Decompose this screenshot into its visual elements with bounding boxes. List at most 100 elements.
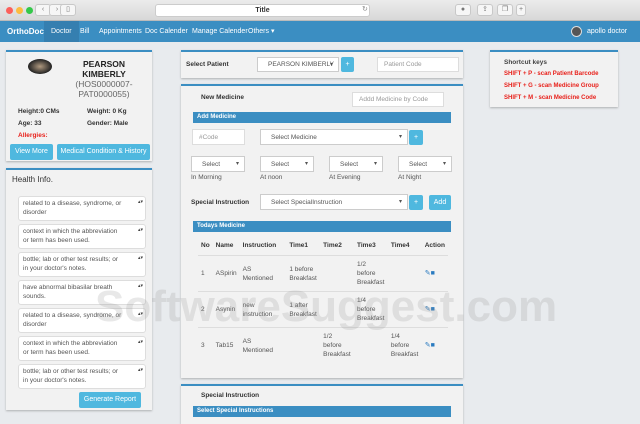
delete-icon[interactable]: ■ bbox=[431, 342, 435, 349]
shortcut-keys-panel: Shortcut keys SHIFT + P - scan Patient B… bbox=[490, 50, 618, 107]
delete-icon[interactable]: ■ bbox=[431, 270, 435, 277]
column-header: Time1 bbox=[289, 242, 308, 249]
time-label: At Evening bbox=[329, 174, 361, 181]
health-note-line: in your doctor's notes. bbox=[23, 265, 87, 272]
brand-logo[interactable]: OrthoDoc bbox=[7, 21, 44, 42]
nav-others[interactable]: Others ▾ bbox=[248, 21, 274, 42]
table-cell: 1/2 before Breakfast bbox=[320, 327, 355, 363]
extension-icon[interactable]: ● bbox=[455, 4, 471, 16]
health-note-line: sounds. bbox=[23, 293, 46, 300]
time-select[interactable]: Select bbox=[260, 156, 314, 172]
patient-code-input[interactable]: Patient Code bbox=[377, 57, 459, 72]
special-instruction-panel: Special Instruction Select Special Instr… bbox=[181, 384, 463, 424]
new-medicine-title: New Medicine bbox=[201, 94, 244, 101]
add-special-instruction-plus-button[interactable]: + bbox=[409, 195, 423, 210]
patient-height: Height:0 CMs bbox=[18, 108, 60, 115]
table-cell: 2 bbox=[198, 291, 213, 328]
health-note-line: related to a disease, syndrome, or bbox=[23, 200, 122, 207]
nav-appointments[interactable]: Appointments bbox=[99, 21, 142, 42]
user-menu[interactable]: apollo doctor bbox=[587, 21, 627, 42]
medicine-code-search-input[interactable]: Addd Medicine by Code bbox=[352, 92, 444, 107]
patient-age: Age: 33 bbox=[18, 120, 42, 127]
table-cell bbox=[354, 327, 388, 363]
nav-manage-calender[interactable]: Manage Calender bbox=[192, 21, 248, 42]
table-cell bbox=[320, 291, 355, 328]
close-window-button[interactable] bbox=[6, 7, 13, 14]
table-cell: 1 bbox=[198, 255, 213, 292]
medical-history-button[interactable]: Medical Condition & History bbox=[57, 144, 150, 160]
column-header: Name bbox=[215, 242, 234, 249]
special-instruction-select[interactable]: Select SpecialInstruction bbox=[260, 194, 408, 210]
health-note-line: in your doctor's notes. bbox=[23, 377, 87, 384]
shortcut-medicine-code: SHIFT + M - scan Medicine Code bbox=[504, 95, 597, 101]
health-info-title: Health Info. bbox=[12, 175, 53, 184]
tabs-icon[interactable]: ❐ bbox=[497, 4, 513, 16]
time-select[interactable]: Select bbox=[398, 156, 452, 172]
health-note-textarea[interactable]: context in which the abbreviation or term… bbox=[18, 336, 146, 361]
patient-avatar bbox=[28, 59, 52, 74]
health-note-textarea[interactable]: bottle; lab or other test results; or in … bbox=[18, 364, 146, 389]
health-note-line: have abnormal bibasilar breath bbox=[23, 284, 113, 291]
table-cell: new instruction bbox=[239, 291, 287, 328]
special-instruction-title: Special Instruction bbox=[201, 392, 260, 399]
table-cell: 1/4 before Breakfast bbox=[387, 327, 422, 363]
reload-icon[interactable]: ↻ bbox=[362, 5, 368, 13]
select-patient-panel: Select Patient PEARSON KIMBERLY + Patien… bbox=[181, 50, 463, 78]
delete-icon[interactable]: ■ bbox=[431, 306, 435, 313]
patient-card: PEARSON KIMBERLY (HOS0000007- PAT0000055… bbox=[6, 50, 152, 161]
sidebar-icon[interactable]: ▯ bbox=[60, 4, 76, 16]
nav-others-label: Others bbox=[248, 28, 270, 35]
medicine-code-input[interactable]: #Code bbox=[192, 129, 245, 145]
table-cell: 1/2 before Breakfast bbox=[354, 255, 388, 292]
column-header: Instruction bbox=[242, 242, 277, 249]
health-note-textarea[interactable]: bottle; lab or other test results; or in … bbox=[18, 252, 146, 277]
health-note-textarea[interactable]: have abnormal bibasilar breath sounds. bbox=[18, 280, 146, 305]
table-row: 2 Asynin new instruction 1 after Breakfast 1… bbox=[198, 291, 448, 328]
add-medicine-button[interactable]: Add bbox=[429, 195, 451, 210]
patient-select[interactable]: PEARSON KIMBERLY bbox=[257, 57, 339, 72]
health-note-line: disorder bbox=[23, 321, 47, 328]
address-bar[interactable]: Title bbox=[155, 4, 370, 17]
generate-report-button[interactable]: Generate Report bbox=[79, 392, 141, 408]
new-tab-icon[interactable]: + bbox=[516, 4, 526, 16]
add-patient-button[interactable]: + bbox=[341, 57, 354, 72]
health-note-textarea[interactable]: related to a disease, syndrome, or disord… bbox=[18, 196, 146, 221]
table-cell bbox=[387, 291, 422, 328]
time-select[interactable]: Select bbox=[191, 156, 245, 172]
time-select[interactable]: Select bbox=[329, 156, 383, 172]
health-note-line: bottle; lab or other test results; or bbox=[23, 368, 119, 375]
time-label: At noon bbox=[260, 174, 283, 181]
column-header: Time4 bbox=[390, 242, 410, 249]
patient-gender: Gender: Male bbox=[87, 120, 129, 127]
view-more-button[interactable]: View More bbox=[10, 144, 53, 160]
table-cell: 3 bbox=[198, 327, 213, 363]
add-medicine-plus-button[interactable]: + bbox=[409, 130, 423, 145]
maximize-window-button[interactable] bbox=[26, 7, 33, 14]
health-note-line: context in which the abbreviation bbox=[23, 228, 118, 235]
table-cell: ASpirin bbox=[212, 255, 240, 292]
health-note-line: bottle; lab or other test results; or bbox=[23, 256, 119, 263]
patient-first-name: PEARSON bbox=[82, 59, 126, 69]
select-patient-label: Select Patient bbox=[186, 61, 229, 68]
table-cell: 1/4 before Breakfast bbox=[354, 291, 388, 328]
nav-bill[interactable]: Bill bbox=[80, 21, 89, 42]
table-cell: AS Mentioned bbox=[239, 327, 287, 363]
table-cell: Asynin bbox=[212, 291, 240, 328]
shortcut-keys-title: Shortcut keys bbox=[504, 59, 547, 66]
nav-doctor[interactable]: Doctor bbox=[44, 21, 79, 42]
health-note-textarea[interactable]: related to a disease, syndrome, or disord… bbox=[18, 308, 146, 333]
health-note-line: or term has been used. bbox=[23, 349, 90, 356]
medicine-select[interactable]: Select Medicine bbox=[260, 129, 408, 145]
nav-doc-calender[interactable]: Doc Calender bbox=[145, 21, 188, 42]
health-note-textarea[interactable]: context in which the abbreviation or term… bbox=[18, 224, 146, 249]
table-cell bbox=[387, 255, 422, 292]
user-avatar[interactable] bbox=[571, 26, 582, 37]
navbar: OrthoDoc Doctor Bill Appointments Doc Ca… bbox=[0, 21, 640, 42]
shortcut-patient-barcode: SHIFT + P - scan Patient Barcode bbox=[504, 71, 599, 77]
table-cell: Tab15 bbox=[212, 327, 240, 363]
health-note-line: disorder bbox=[23, 209, 47, 216]
share-icon[interactable]: ⇪ bbox=[477, 4, 493, 16]
minimize-window-button[interactable] bbox=[16, 7, 23, 14]
action-cell: ✎■ bbox=[421, 255, 448, 292]
new-medicine-panel: New Medicine Addd Medicine by Code Add M… bbox=[181, 84, 463, 378]
